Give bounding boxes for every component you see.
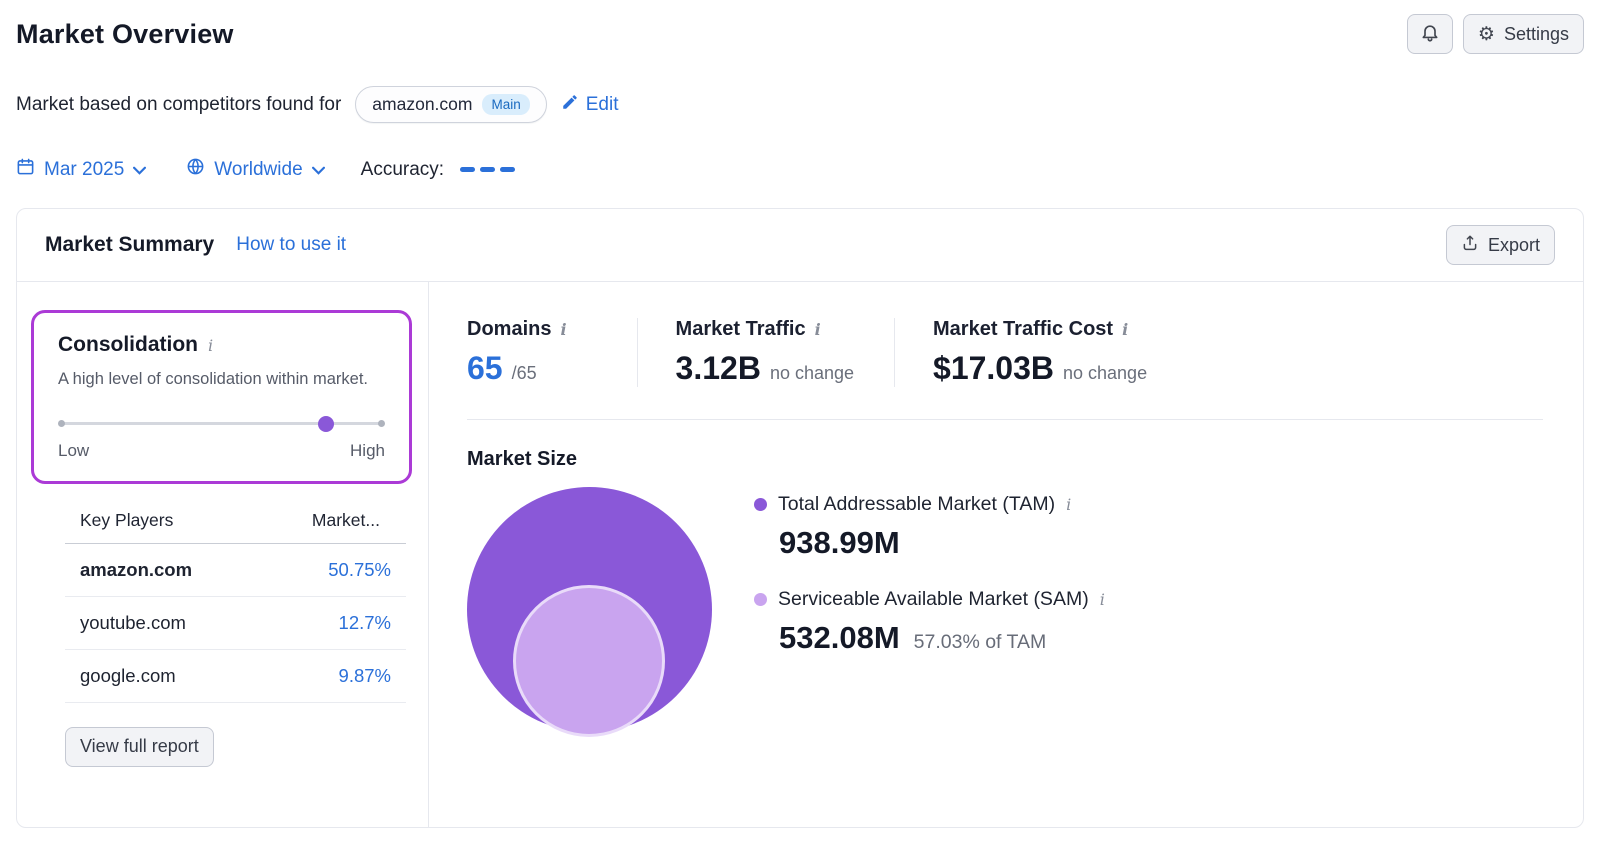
date-filter[interactable]: Mar 2025: [16, 157, 146, 182]
stat-market-traffic-cost: Market Traffic Cost i $17.03B no change: [894, 318, 1187, 387]
market-traffic-value: 3.12B: [676, 350, 761, 387]
main-badge: Main: [482, 94, 529, 115]
market-selector-prefix: Market based on competitors found for: [16, 94, 341, 116]
accuracy-indicator: Accuracy:: [361, 159, 515, 181]
pencil-icon: [561, 93, 579, 117]
market-traffic-label: Market Traffic: [676, 318, 806, 341]
player-share[interactable]: 9.87%: [339, 665, 391, 687]
consolidation-description: A high level of consolidation within mar…: [58, 367, 378, 392]
key-players-header: Key Players Market...: [65, 510, 406, 544]
page-header: Market Overview ⚙ Settings: [16, 8, 1584, 54]
slider-end-high: [378, 420, 385, 427]
sam-label: Serviceable Available Market (SAM): [778, 588, 1089, 611]
sam-legend-item: Serviceable Available Market (SAM) i: [754, 588, 1105, 611]
filter-row: Mar 2025 Worldwide Accuracy:: [16, 157, 1584, 182]
gear-icon: ⚙: [1478, 25, 1495, 44]
player-share[interactable]: 12.7%: [339, 612, 391, 634]
date-filter-label: Mar 2025: [44, 159, 124, 181]
card-header: Market Summary How to use it Export: [17, 209, 1583, 282]
market-size-section: Total Addressable Market (TAM) i 938.99M…: [467, 487, 1543, 739]
edit-label: Edit: [586, 94, 619, 116]
info-icon[interactable]: i: [815, 320, 821, 339]
player-domain: amazon.com: [80, 559, 192, 581]
slider-low-label: Low: [58, 441, 89, 461]
export-icon: [1461, 234, 1479, 257]
view-full-report-button[interactable]: View full report: [65, 727, 214, 767]
edit-link[interactable]: Edit: [561, 93, 619, 117]
slider-thumb[interactable]: [318, 416, 334, 432]
notifications-button[interactable]: [1407, 14, 1453, 54]
info-icon[interactable]: i: [1100, 590, 1105, 609]
market-domain-pill: amazon.com Main: [355, 86, 546, 123]
market-domain: amazon.com: [372, 94, 472, 115]
domains-total: /65: [512, 363, 537, 384]
divider: [467, 419, 1543, 420]
right-column: Domains i 65 /65 Market Traffic i: [429, 282, 1583, 828]
market-summary-card: Market Summary How to use it Export Cons…: [16, 208, 1584, 828]
sam-value: 532.08M: [779, 620, 900, 656]
bell-icon: [1420, 22, 1440, 47]
left-column: Consolidation i A high level of consolid…: [17, 282, 429, 828]
market-traffic-cost-value: $17.03B: [933, 350, 1054, 387]
settings-label: Settings: [1504, 24, 1569, 45]
stat-market-traffic: Market Traffic i 3.12B no change: [637, 318, 894, 387]
market-traffic-cost-change: no change: [1063, 363, 1147, 384]
info-icon[interactable]: i: [1122, 320, 1128, 339]
tam-legend-item: Total Addressable Market (TAM) i: [754, 493, 1105, 516]
chevron-down-icon: [133, 159, 146, 181]
player-share[interactable]: 50.75%: [328, 559, 391, 581]
accuracy-bars-icon: [460, 167, 515, 172]
export-label: Export: [1488, 235, 1540, 256]
market-size-legend: Total Addressable Market (TAM) i 938.99M…: [754, 487, 1105, 739]
card-title: Market Summary: [45, 233, 214, 257]
key-players-table: Key Players Market... amazon.com 50.75% …: [65, 510, 406, 703]
player-domain: youtube.com: [80, 612, 186, 634]
tam-label: Total Addressable Market (TAM): [778, 493, 1055, 516]
tam-value: 938.99M: [779, 525, 900, 561]
accuracy-label: Accuracy:: [361, 159, 444, 181]
consolidation-highlight-box: Consolidation i A high level of consolid…: [31, 310, 412, 484]
region-filter-label: Worldwide: [214, 159, 302, 181]
chevron-down-icon: [312, 159, 325, 181]
market-traffic-cost-label: Market Traffic Cost: [933, 318, 1113, 341]
sam-dot-icon: [754, 593, 767, 606]
table-row: amazon.com 50.75%: [65, 544, 406, 597]
market-traffic-change: no change: [770, 363, 854, 384]
how-to-use-link[interactable]: How to use it: [236, 234, 346, 256]
key-players-col-header: Key Players: [80, 510, 173, 531]
market-size-title: Market Size: [467, 448, 1543, 471]
market-overview-page: Market Overview ⚙ Settings Market based …: [0, 0, 1600, 828]
table-row: youtube.com 12.7%: [65, 597, 406, 650]
header-actions: ⚙ Settings: [1407, 14, 1584, 54]
market-size-venn-chart: [467, 487, 712, 739]
domains-value: 65: [467, 350, 503, 387]
info-icon[interactable]: i: [560, 320, 566, 339]
consolidation-slider: [58, 416, 385, 432]
market-selector-row: Market based on competitors found for am…: [16, 86, 1584, 123]
market-share-col-header: Market...: [312, 510, 380, 531]
page-title: Market Overview: [16, 19, 234, 50]
sam-circle: [513, 585, 665, 737]
sam-percent-of-tam: 57.03% of TAM: [914, 631, 1047, 654]
info-icon[interactable]: i: [208, 336, 213, 355]
consolidation-title: Consolidation: [58, 333, 198, 357]
slider-end-low: [58, 420, 65, 427]
export-button[interactable]: Export: [1446, 225, 1555, 265]
table-row: google.com 9.87%: [65, 650, 406, 703]
region-filter[interactable]: Worldwide: [186, 157, 324, 182]
globe-icon: [186, 157, 205, 182]
slider-high-label: High: [350, 441, 385, 461]
settings-button[interactable]: ⚙ Settings: [1463, 14, 1584, 54]
stats-row: Domains i 65 /65 Market Traffic i: [467, 318, 1543, 387]
info-icon[interactable]: i: [1066, 495, 1071, 514]
tam-dot-icon: [754, 498, 767, 511]
stat-domains: Domains i 65 /65: [467, 318, 637, 387]
domains-label: Domains: [467, 318, 551, 341]
calendar-icon: [16, 157, 35, 182]
card-body: Consolidation i A high level of consolid…: [17, 282, 1583, 828]
player-domain: google.com: [80, 665, 176, 687]
